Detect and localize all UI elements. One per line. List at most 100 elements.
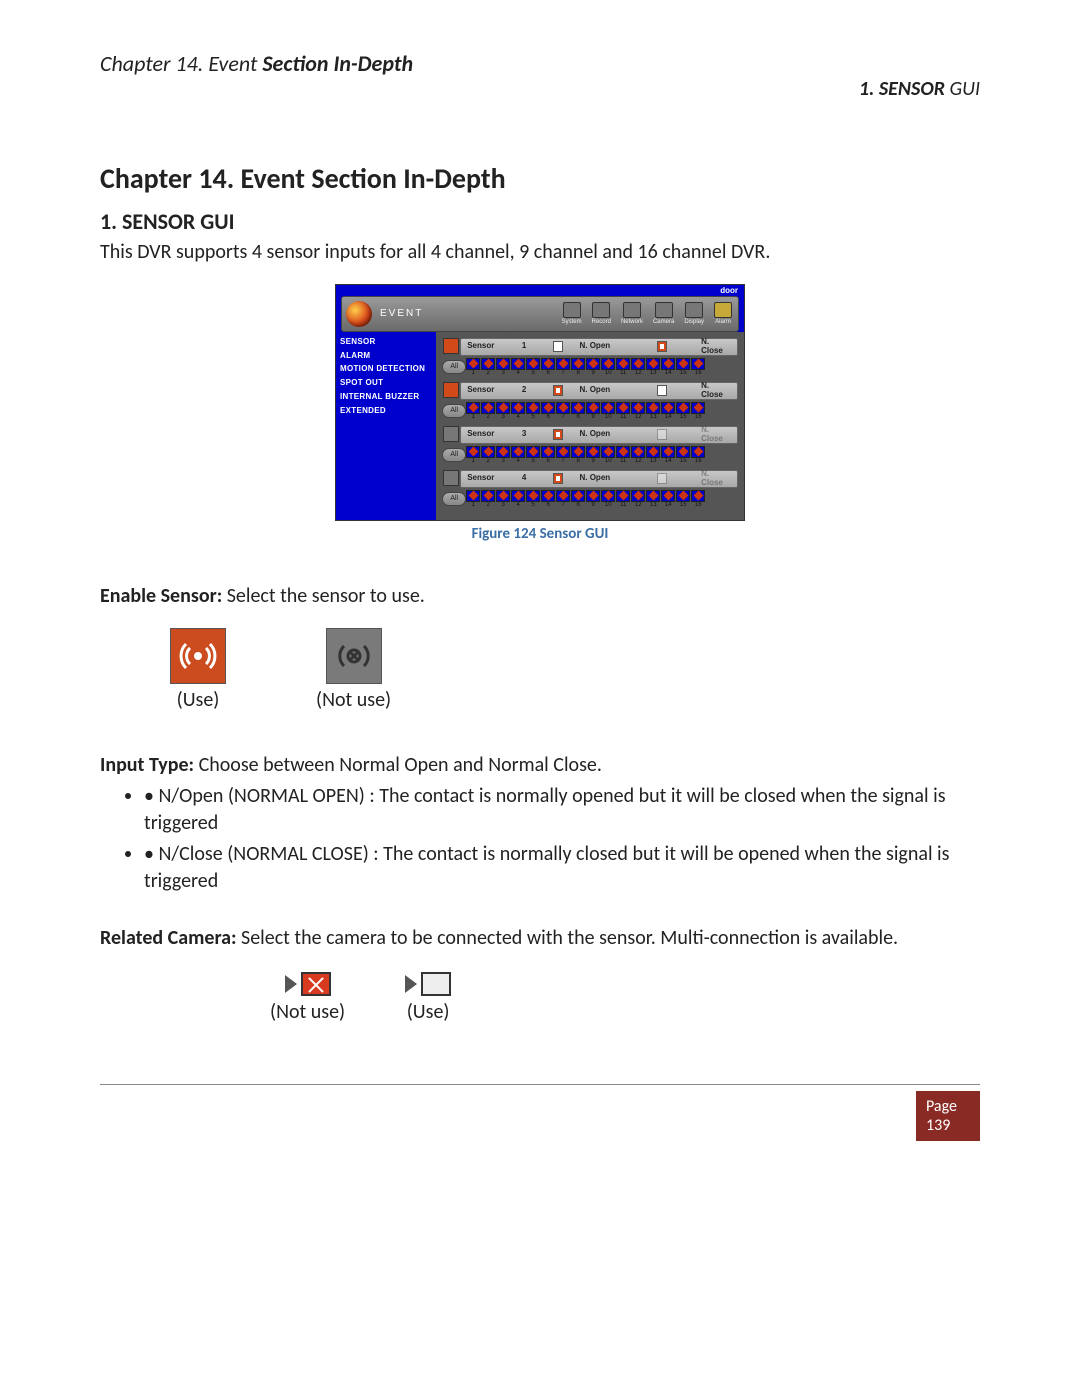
camera-toggle[interactable]: 8 [571,402,585,421]
camera-toggle[interactable]: 2 [481,446,495,465]
sidebar-item-extended[interactable]: EXTENDED [340,407,432,416]
camera-toggle[interactable]: 5 [526,358,540,377]
sidebar-item-motion-detection[interactable]: MOTION DETECTION [340,365,432,374]
camera-toggle[interactable]: 3 [496,358,510,377]
x-icon [693,359,703,369]
camera-toggle[interactable]: 1 [466,446,480,465]
camera-toggle[interactable]: 5 [526,490,540,509]
camera-toggle[interactable]: 2 [481,358,495,377]
camera-toggle[interactable]: 1 [466,358,480,377]
camera-toggle[interactable]: 10 [601,358,615,377]
camera-toggle[interactable]: 8 [571,446,585,465]
camera-slot-icon [601,402,615,414]
nclose-checkbox [657,473,667,484]
camera-toggle[interactable]: 13 [646,446,660,465]
x-icon [543,447,553,457]
camera-toggle[interactable]: 14 [661,358,675,377]
sidebar-item-internal-buzzer[interactable]: INTERNAL BUZZER [340,393,432,402]
camera-toggle[interactable]: 4 [511,358,525,377]
camera-toggle[interactable]: 12 [631,490,645,509]
sidebar-item-spot-out[interactable]: SPOT OUT [340,379,432,388]
camera-toggle[interactable]: 14 [661,402,675,421]
dvr-main-panel: Sensor1N. OpenN. CloseAll123456789101112… [436,332,744,520]
camera-toggle[interactable]: 4 [511,490,525,509]
camera-toggle[interactable]: 6 [541,402,555,421]
x-icon [693,491,703,501]
camera-toggle[interactable]: 1 [466,490,480,509]
sidebar-item-alarm[interactable]: ALARM [340,352,432,361]
camera-toggle[interactable]: 5 [526,446,540,465]
camera-number: 7 [562,502,565,509]
camera-toggle[interactable]: 16 [691,490,705,509]
nclose-checkbox[interactable] [657,385,667,396]
camera-toggle[interactable]: 6 [541,358,555,377]
camera-toggle[interactable]: 9 [586,446,600,465]
camera-toggle[interactable]: 3 [496,446,510,465]
nclose-checkbox[interactable] [657,341,667,352]
camera-toggle[interactable]: 15 [676,402,690,421]
camera-toggle[interactable]: 4 [511,446,525,465]
toolbar-network[interactable]: Network [621,302,643,326]
camera-toggle[interactable]: 11 [616,446,630,465]
camera-toggle[interactable]: 13 [646,402,660,421]
camera-toggle[interactable]: 2 [481,490,495,509]
camera-toggle[interactable]: 6 [541,446,555,465]
camera-toggle[interactable]: 2 [481,402,495,421]
camera-toggle[interactable]: 4 [511,402,525,421]
camera-toggle[interactable]: 5 [526,402,540,421]
camera-toggle[interactable]: 3 [496,490,510,509]
camera-toggle[interactable]: 10 [601,490,615,509]
camera-slot-icon [511,402,525,414]
camera-toggle[interactable]: 10 [601,446,615,465]
camera-toggle[interactable]: 14 [661,446,675,465]
camera-toggle[interactable]: 7 [556,358,570,377]
all-button[interactable]: All [442,404,466,418]
toolbar-display[interactable]: Display [684,302,704,326]
all-button[interactable]: All [442,492,466,506]
x-icon [543,359,553,369]
nopen-checkbox[interactable] [553,473,563,484]
camera-toggle[interactable]: 9 [586,490,600,509]
toolbar-alarm[interactable]: Alarm [714,302,732,326]
camera-toggle[interactable]: 16 [691,358,705,377]
camera-toggle[interactable]: 13 [646,358,660,377]
toolbar-system[interactable]: System [562,302,582,326]
camera-toggle[interactable]: 3 [496,402,510,421]
camera-toggle[interactable]: 8 [571,358,585,377]
sensor-enable-icon[interactable] [443,338,459,354]
camera-toggle[interactable]: 7 [556,490,570,509]
nopen-checkbox[interactable] [553,385,563,396]
camera-toggle[interactable]: 9 [586,358,600,377]
nopen-checkbox[interactable] [553,429,563,440]
camera-toggle[interactable]: 6 [541,490,555,509]
camera-toggle[interactable]: 16 [691,402,705,421]
toolbar-record[interactable]: Record [592,302,611,326]
camera-toggle[interactable]: 13 [646,490,660,509]
x-icon [693,403,703,413]
camera-toggle[interactable]: 12 [631,402,645,421]
camera-toggle[interactable]: 11 [616,402,630,421]
camera-toggle[interactable]: 12 [631,358,645,377]
camera-toggle[interactable]: 9 [586,402,600,421]
camera-toggle[interactable]: 12 [631,446,645,465]
all-button[interactable]: All [442,360,466,374]
camera-toggle[interactable]: 7 [556,446,570,465]
sensor-enable-icon[interactable] [443,470,459,486]
camera-toggle[interactable]: 14 [661,490,675,509]
camera-toggle[interactable]: 8 [571,490,585,509]
camera-toggle[interactable]: 11 [616,358,630,377]
camera-toggle[interactable]: 7 [556,402,570,421]
camera-toggle[interactable]: 15 [676,490,690,509]
all-button[interactable]: All [442,448,466,462]
camera-toggle[interactable]: 15 [676,358,690,377]
camera-toggle[interactable]: 11 [616,490,630,509]
camera-toggle[interactable]: 10 [601,402,615,421]
sensor-enable-icon[interactable] [443,382,459,398]
toolbar-camera[interactable]: Camera [653,302,674,326]
camera-toggle[interactable]: 15 [676,446,690,465]
camera-toggle[interactable]: 1 [466,402,480,421]
sensor-enable-icon[interactable] [443,426,459,442]
nopen-checkbox[interactable] [553,341,563,352]
camera-toggle[interactable]: 16 [691,446,705,465]
sidebar-item-sensor[interactable]: SENSOR [340,338,432,347]
